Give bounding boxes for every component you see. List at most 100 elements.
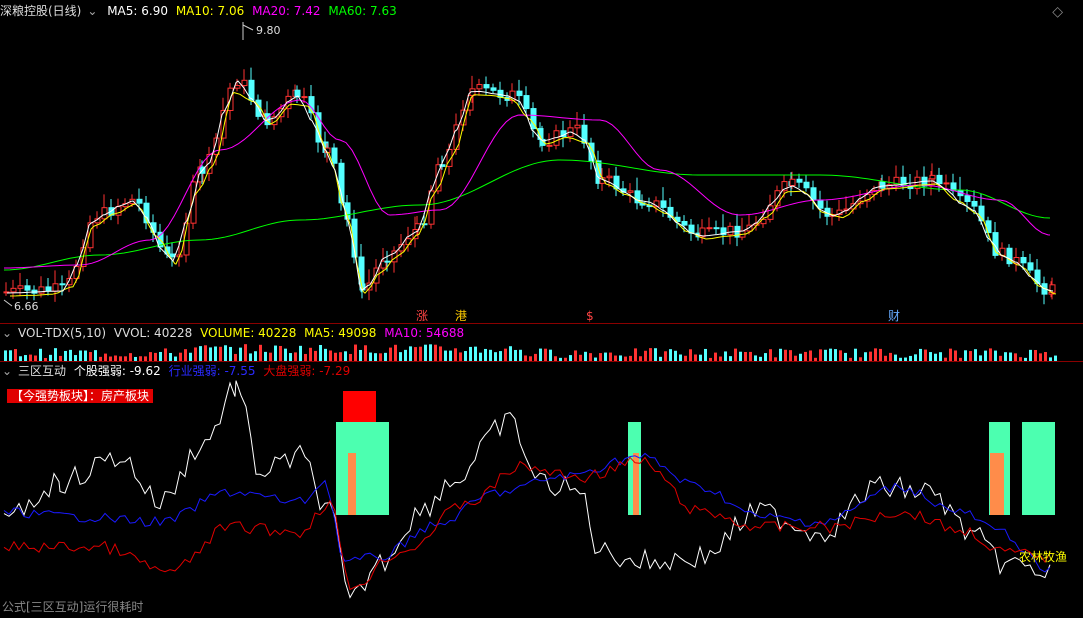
volume-bar [454,348,457,361]
candle-body [796,178,803,183]
volume-bar [809,350,812,361]
volume-bar [854,348,857,361]
volume-bar [799,353,802,361]
volume-bar [934,353,937,361]
volume-bar [204,345,207,361]
event-label-cai[interactable]: 财 [888,309,900,323]
candle-body [523,95,530,110]
zone-red-block [343,391,376,422]
volume-bar [779,348,782,361]
chevron-down-icon[interactable]: ⌄ [0,325,14,341]
volume-bar [864,352,867,361]
candle-body [936,174,943,185]
volume-bar [954,350,957,361]
volume-bar [369,352,372,361]
ma60-line [3,159,1051,271]
volume-bar [304,353,307,361]
volume-bar [399,352,402,361]
low-pointer [3,299,13,307]
event-label-gang[interactable]: 港 [455,309,467,323]
candle-body [681,221,688,226]
volume-bar [459,352,462,361]
candle-body [516,90,523,97]
volume-bar [914,354,917,361]
volume-readout: VOLUME: 40228 [200,326,297,340]
volume-bar [989,348,992,361]
price-chart[interactable]: 9.80 6.66 涨 港 $ 财 [0,0,1083,323]
volume-bar [929,352,932,361]
candle-body [476,84,483,90]
volume-bar [199,346,202,361]
volume-bar [384,352,387,361]
volume-bar [189,352,192,361]
candle-body [706,227,713,230]
event-label-zhang[interactable]: 涨 [416,308,428,323]
candle-body [59,283,66,286]
volume-bar [364,345,367,361]
volume-bar [269,352,272,361]
candle-body [606,175,613,179]
volume-bar [64,350,67,361]
candle-body [490,87,497,91]
candle-body [1020,257,1027,264]
volume-bar [264,351,267,361]
volume-bar [254,351,257,361]
volume-bar [444,350,447,361]
volume-bar [224,345,227,361]
volume-bar [244,344,247,361]
industry-strength-line [3,452,1051,573]
volume-bar [499,351,502,361]
volume-bar [379,353,382,361]
volume-bar [584,351,587,361]
candle-body [101,207,108,220]
volume-bar [154,352,157,361]
candle-body [546,144,553,147]
candle-body [660,200,667,208]
volume-bar [669,349,672,361]
candle-body [627,190,634,193]
volume-title[interactable]: VOL-TDX(5,10) [18,326,106,340]
candle-body [384,260,391,263]
volume-bar [534,353,537,361]
volume-bar [234,353,237,361]
volume-bar [214,346,217,361]
volume-bar [994,350,997,361]
volume-bar [704,348,707,361]
volume-bar [504,348,507,361]
volume-bar [494,352,497,361]
volume-bar [1044,352,1047,361]
volume-bar [539,348,542,361]
volume-bar [349,353,352,361]
volume-bar [939,352,942,361]
volume-bar [919,348,922,361]
candle-body [817,199,824,209]
low-price-label: 6.66 [14,300,39,313]
sector-label: 农林牧渔 [1019,550,1068,564]
volume-bar [284,348,287,361]
volume-bar [219,346,222,361]
volume-bar [644,350,647,361]
candle-body [483,84,490,89]
volume-bar [249,353,252,361]
volume-bar [414,347,417,361]
candle-body [727,225,734,236]
volume-bar [279,345,282,361]
volume-bar [829,348,832,361]
volume-bar [294,352,297,361]
candle-body [234,85,241,89]
formula-status-text: 公式[三区互动]运行很耗时 [2,600,144,614]
volume-bar [289,353,292,361]
vvol-readout: VVOL: 40228 [113,326,193,340]
volume-bar [354,344,357,361]
volume-bar [79,350,82,361]
volume-bar [834,349,837,361]
volume-bar [179,352,182,361]
volume-bar [714,352,717,361]
volume-bar [404,349,407,361]
volume-bar [964,350,967,361]
event-label-dollar[interactable]: $ [586,309,594,323]
indicator-chart[interactable] [0,362,1083,618]
volume-bar [549,349,552,361]
volume-bar [674,350,677,361]
volume-chart[interactable] [0,341,1083,361]
